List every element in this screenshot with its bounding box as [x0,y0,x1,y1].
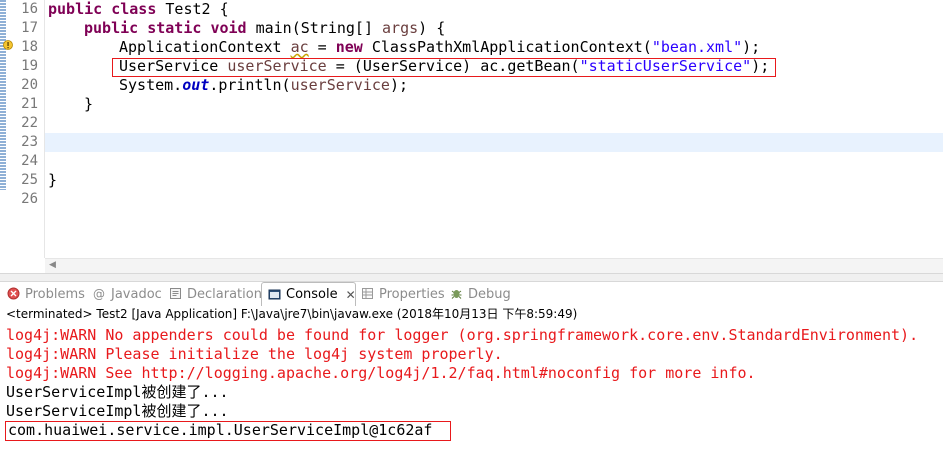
code-keyword: public [84,19,139,37]
code-keyword: new [335,38,363,56]
code-line-16: public class Test2 { [48,0,229,19]
code-variable: ac [290,38,309,56]
code-text: System. [119,76,183,94]
console-line: log4j:WARN Please initialize the log4j s… [6,345,503,363]
tab-declaration[interactable]: Declaration [168,282,262,306]
line-number: 20 [21,77,38,93]
tab-debug[interactable]: Debug [449,282,511,306]
scroll-left-arrow-icon[interactable]: ◀ [49,260,56,270]
code-text: = [308,38,336,56]
line-number: 16 [21,1,38,17]
code-editor[interactable]: 16 17 18 19 20 21 22 23 24 25 26 public … [0,0,943,273]
console-line: UserServiceImpl被创建了... [6,383,229,401]
line-number: 17 [21,20,38,36]
tab-label: Console [286,287,338,302]
tab-label: Properties [379,286,445,302]
problems-icon [6,287,20,301]
console-line: log4j:WARN See http://logging.apache.org… [6,364,756,382]
line-number: 21 [21,96,38,112]
code-text: .println( [209,76,291,94]
code-variable: args [382,19,419,37]
code-text: ); [742,38,761,56]
properties-icon [360,287,374,301]
line-number: 22 [21,115,38,131]
line-number: 23 [21,134,38,150]
code-line-25: } [48,171,58,189]
tab-javadoc[interactable]: @ Javadoc [92,282,162,306]
tab-properties[interactable]: Properties [360,282,445,306]
code-field: out [182,76,210,94]
console-line: log4j:WARN No appenders could be found f… [6,326,919,344]
pane-divider[interactable] [0,273,943,282]
tab-console[interactable]: Console ✕ [261,282,356,306]
highlight-box-getbean [112,58,776,77]
highlight-box-output [5,421,451,441]
debug-icon [449,287,463,301]
code-line-21: } [84,95,94,113]
line-number: 19 [21,58,38,74]
code-text: ) { [418,19,446,37]
tab-label: Declaration [187,286,262,302]
line-number: 18 [21,39,38,55]
code-keyword: public [48,0,103,18]
gutter-separator [44,0,45,258]
javadoc-icon: @ [93,287,105,301]
line-number: 24 [21,153,38,169]
console-line: UserServiceImpl被创建了... [6,402,229,420]
current-line-highlight [45,133,943,152]
code-keyword: void [210,19,247,37]
horizontal-scrollbar[interactable]: ◀ [45,258,943,273]
tab-label: Problems [25,286,85,302]
code-keyword: class [111,0,157,18]
code-text: main(String[] [246,19,383,37]
code-text: ); [389,76,408,94]
console-process-label: <terminated> Test2 [Java Application] F:… [6,307,578,321]
tab-label: Javadoc [111,286,162,302]
line-number-ruler: 16 17 18 19 20 21 22 23 24 25 26 [0,0,44,258]
code-keyword: static [147,19,202,37]
code-variable: userService [290,76,390,94]
line-number: 26 [21,191,38,207]
line-number: 25 [21,172,38,188]
console-icon [268,288,281,302]
warning-icon[interactable] [3,40,14,51]
tab-label: Debug [468,286,511,302]
code-text: ApplicationContext [119,38,291,56]
close-icon[interactable]: ✕ [346,288,356,302]
view-tab-bar: Problems @ Javadoc Declaration Console ✕… [0,282,943,306]
code-string: "bean.xml" [651,38,743,56]
code-line-17: public static void main(String[] args) { [84,19,445,38]
code-text: Test2 { [156,0,229,18]
code-line-20: System.out.println(userService); [119,76,408,95]
declaration-icon [168,287,182,301]
tab-problems[interactable]: Problems [6,282,85,306]
code-text: ClassPathXmlApplicationContext( [362,38,652,56]
code-line-18: ApplicationContext ac = new ClassPathXml… [119,38,760,57]
console-output[interactable]: log4j:WARN No appenders could be found f… [0,324,943,451]
